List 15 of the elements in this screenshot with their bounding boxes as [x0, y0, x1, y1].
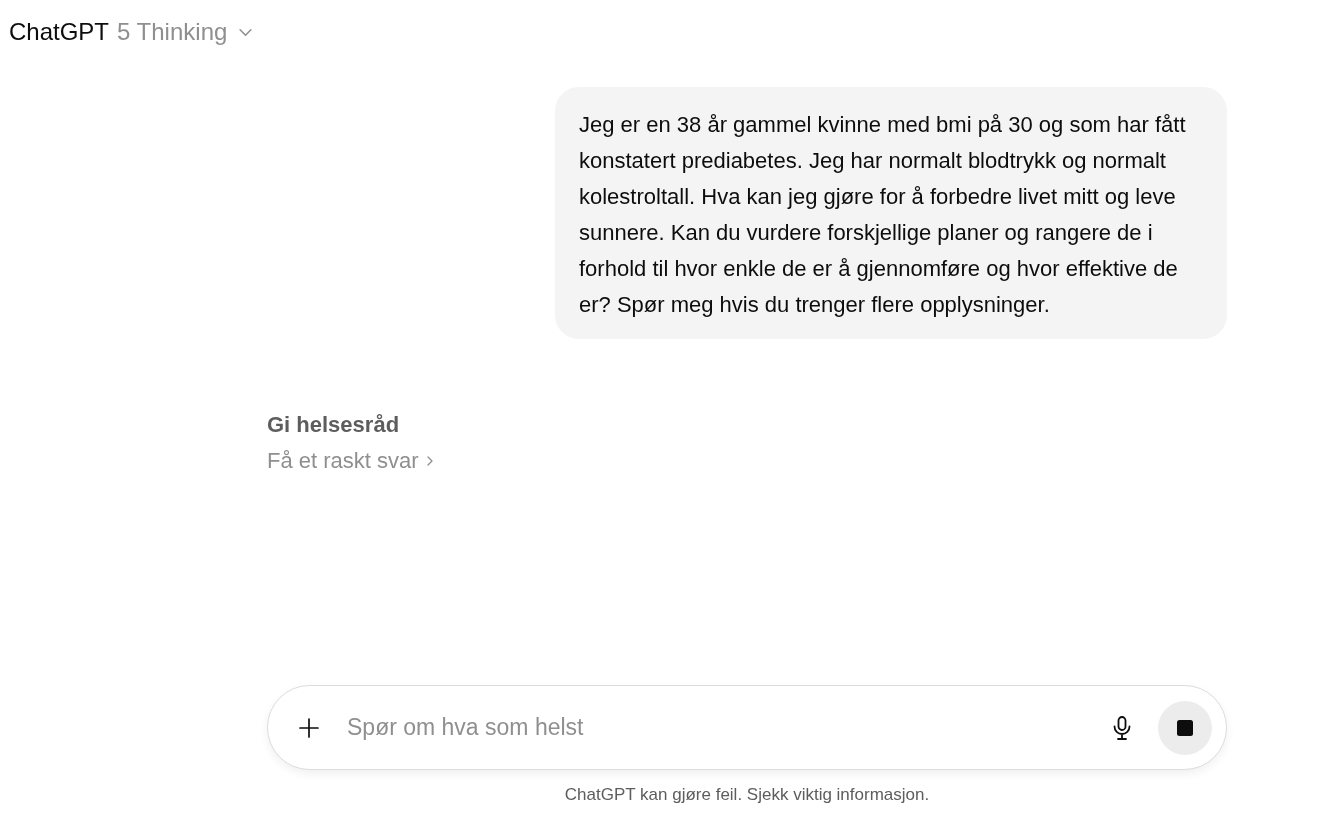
user-message-text: Jeg er en 38 år gammel kvinne med bmi på 30 og som har fått konstatert prediabetes. Jeg har normalt blodtrykk og normalt kolestroltall. Hva kan jeg gjøre for å forbedre livet mitt og leve sunnere. Kan du vurdere forskjellige planer og rangere de i forhold til hvor enkle de er å gjennomføre og hvor effektive de er? Spør meg hvis du trenger flere opplysninger.: [579, 111, 1187, 319]
chevron-down-icon: [239, 27, 253, 37]
chevron-right-icon: [426, 456, 433, 466]
thinking-title: Gi helsesråd: [267, 411, 400, 439]
stop-icon: [1177, 719, 1193, 736]
plus-icon: [299, 717, 319, 738]
microphone-icon: [1113, 715, 1131, 740]
app-title: ChatGPT: [9, 17, 110, 47]
add-button[interactable]: [299, 717, 319, 738]
stop-button[interactable]: [1158, 700, 1212, 755]
model-selector[interactable]: ChatGPT 5 Thinking: [9, 16, 253, 48]
disclaimer-text: ChatGPT kan gjøre feil. Sjekk viktig informasjon.: [564, 785, 930, 805]
model-name: 5 Thinking: [117, 17, 228, 47]
message-input[interactable]: Spør om hva som helst: [347, 710, 1106, 745]
message-composer[interactable]: Spør om hva som helst: [267, 685, 1227, 770]
